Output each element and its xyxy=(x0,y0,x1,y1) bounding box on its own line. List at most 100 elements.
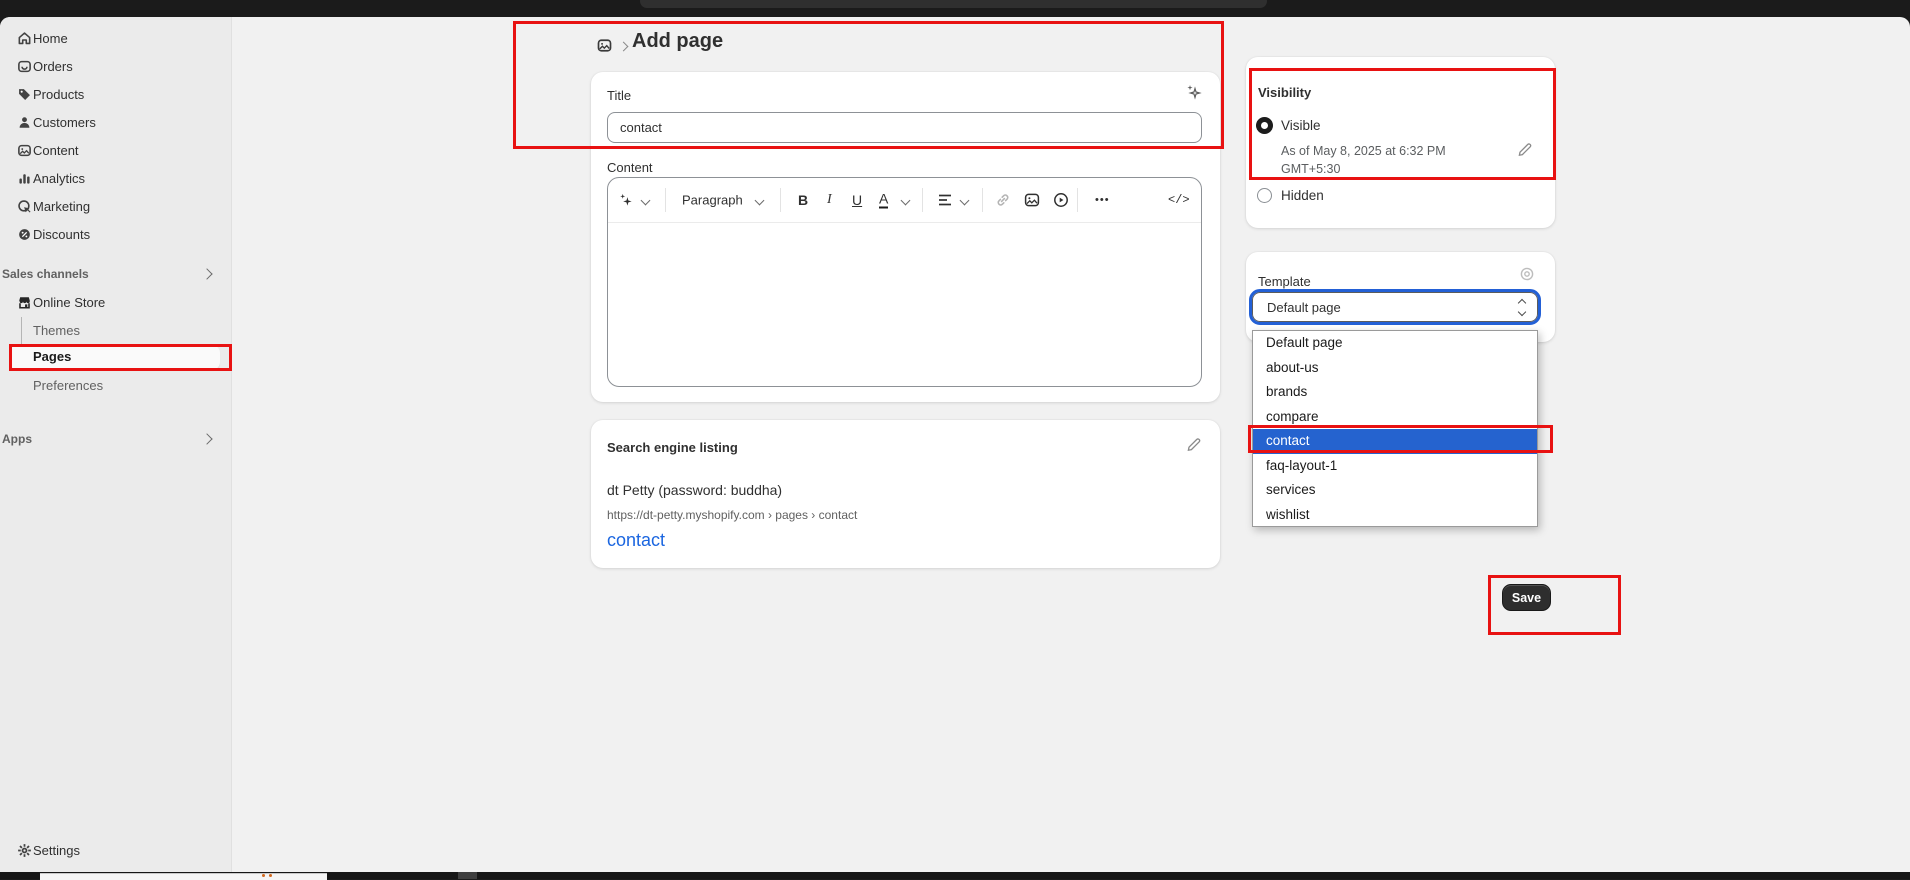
sidebar-item-content[interactable]: Content xyxy=(0,136,231,164)
bottom-strip-gray-segment xyxy=(458,872,477,879)
hidden-option-label[interactable]: Hidden xyxy=(1281,188,1324,203)
bold-button[interactable]: B xyxy=(798,192,808,208)
visible-note-line2: GMT+5:30 xyxy=(1281,162,1340,176)
select-updown-icon xyxy=(1519,300,1525,315)
ai-sparkle-icon[interactable] xyxy=(618,192,634,208)
sidebar-item-label: Online Store xyxy=(33,295,105,310)
dropdown-option-brands[interactable]: brands xyxy=(1253,380,1537,405)
bottom-strip xyxy=(0,872,1910,879)
title-label: Title xyxy=(607,88,631,103)
sidebar-item-products[interactable]: Products xyxy=(0,80,231,108)
sidebar-item-label: Content xyxy=(33,143,79,158)
radio-visible-selected[interactable] xyxy=(1256,117,1273,134)
page-breadcrumb-icon[interactable] xyxy=(597,38,612,53)
title-content-card: Title Content Paragraph B I U A xyxy=(591,72,1220,402)
editor-text-area[interactable] xyxy=(608,222,1201,386)
orders-icon xyxy=(16,58,32,74)
seo-card: Search engine listing dt Petty (password… xyxy=(591,420,1220,568)
marketing-icon xyxy=(16,198,32,214)
dropdown-option-about-us[interactable]: about-us xyxy=(1253,356,1537,381)
sidebar-item-discounts[interactable]: Discounts xyxy=(0,220,231,248)
edit-pencil-icon[interactable] xyxy=(1517,141,1533,157)
bottom-strip-dot xyxy=(269,874,272,877)
underline-button[interactable]: U xyxy=(852,192,862,208)
toolbar-divider xyxy=(665,188,666,212)
toolbar-divider xyxy=(780,188,781,212)
dropdown-option-services[interactable]: services xyxy=(1253,478,1537,503)
chevron-right-icon xyxy=(201,433,212,444)
discounts-icon xyxy=(16,226,32,242)
sidebar-item-label: Products xyxy=(33,87,84,102)
insert-image-button[interactable] xyxy=(1024,192,1040,208)
save-button[interactable]: Save xyxy=(1502,584,1551,611)
template-card: Template Default page xyxy=(1246,252,1555,342)
content-label: Content xyxy=(607,160,653,175)
page-title: Add page xyxy=(632,30,723,53)
analytics-icon xyxy=(16,170,32,186)
topbar-search-bar[interactable] xyxy=(640,0,1267,8)
link-button[interactable] xyxy=(995,192,1011,208)
sidebar-item-label: Preferences xyxy=(33,378,103,393)
paragraph-style-button[interactable]: Paragraph xyxy=(682,193,743,208)
products-icon xyxy=(16,86,32,102)
sidebar-item-label: Analytics xyxy=(33,171,85,186)
seo-page-link[interactable]: contact xyxy=(607,530,665,551)
sidebar-item-marketing[interactable]: Marketing xyxy=(0,192,231,220)
sidebar-item-label: Home xyxy=(33,31,68,46)
customers-icon xyxy=(16,114,32,130)
template-selected-value: Default page xyxy=(1267,300,1341,315)
edit-pencil-icon[interactable] xyxy=(1186,436,1202,452)
sidebar-item-preferences[interactable]: Preferences xyxy=(0,371,231,399)
store-icon xyxy=(16,294,32,310)
content-icon xyxy=(16,142,32,158)
template-select[interactable]: Default page xyxy=(1252,292,1538,322)
dropdown-option-wishlist[interactable]: wishlist xyxy=(1253,503,1537,528)
sidebar-item-home[interactable]: Home xyxy=(0,24,231,52)
dropdown-option-faq-layout-1[interactable]: faq-layout-1 xyxy=(1253,454,1537,479)
seo-url: https://dt-petty.myshopify.com › pages ›… xyxy=(607,508,857,522)
breadcrumb-chevron-icon xyxy=(619,42,629,52)
visibility-card: Visibility Visible As of May 8, 2025 at … xyxy=(1246,57,1555,228)
screenshot-root: Home Orders Products Customers Content A… xyxy=(0,0,1910,879)
dropdown-option-default-page[interactable]: Default page xyxy=(1253,331,1537,356)
text-color-button[interactable]: A xyxy=(879,192,888,209)
sidebar-item-label: Settings xyxy=(33,843,80,858)
sidebar-section-apps[interactable]: Apps xyxy=(0,425,231,453)
sidebar-section-sales-channels[interactable]: Sales channels xyxy=(0,260,231,288)
dropdown-option-compare[interactable]: compare xyxy=(1253,405,1537,430)
chevron-down-icon xyxy=(960,196,970,206)
chevron-down-icon xyxy=(641,196,651,206)
sidebar-item-analytics[interactable]: Analytics xyxy=(0,164,231,192)
sidebar-item-label: Discounts xyxy=(33,227,90,242)
sidebar-item-customers[interactable]: Customers xyxy=(0,108,231,136)
app-frame: Home Orders Products Customers Content A… xyxy=(0,17,1910,872)
dropdown-option-contact-highlighted[interactable]: contact xyxy=(1253,429,1537,454)
chevron-right-icon xyxy=(201,268,212,279)
italic-button[interactable]: I xyxy=(827,192,832,208)
topbar xyxy=(0,0,1910,17)
sidebar: Home Orders Products Customers Content A… xyxy=(0,17,232,872)
radio-hidden-unselected[interactable] xyxy=(1257,188,1272,203)
title-input[interactable] xyxy=(607,112,1202,143)
apps-label: Apps xyxy=(2,432,32,446)
sidebar-item-label: Marketing xyxy=(33,199,90,214)
content-editor[interactable]: Paragraph B I U A ••• xyxy=(607,177,1202,387)
visible-option-label[interactable]: Visible xyxy=(1281,118,1321,133)
toolbar-divider xyxy=(982,188,983,212)
visible-date-note: As of May 8, 2025 at 6:32 PMGMT+5:30 xyxy=(1281,142,1481,178)
code-view-button[interactable]: </> xyxy=(1168,193,1190,207)
sidebar-item-themes[interactable]: Themes xyxy=(0,316,231,344)
insert-video-button[interactable] xyxy=(1053,192,1069,208)
home-icon xyxy=(16,30,32,46)
eye-view-icon[interactable] xyxy=(1519,266,1535,282)
more-options-button[interactable]: ••• xyxy=(1095,194,1110,206)
sidebar-item-label: Themes xyxy=(33,323,80,338)
toolbar-divider xyxy=(1077,188,1078,212)
align-button[interactable] xyxy=(938,194,953,207)
sidebar-item-orders[interactable]: Orders xyxy=(0,52,231,80)
template-dropdown: Default page about-us brands compare con… xyxy=(1252,330,1538,527)
magic-sparkle-icon[interactable] xyxy=(1185,83,1202,100)
sidebar-item-online-store[interactable]: Online Store xyxy=(0,288,231,316)
sidebar-item-settings[interactable]: Settings xyxy=(0,836,231,864)
visibility-heading: Visibility xyxy=(1258,85,1311,100)
